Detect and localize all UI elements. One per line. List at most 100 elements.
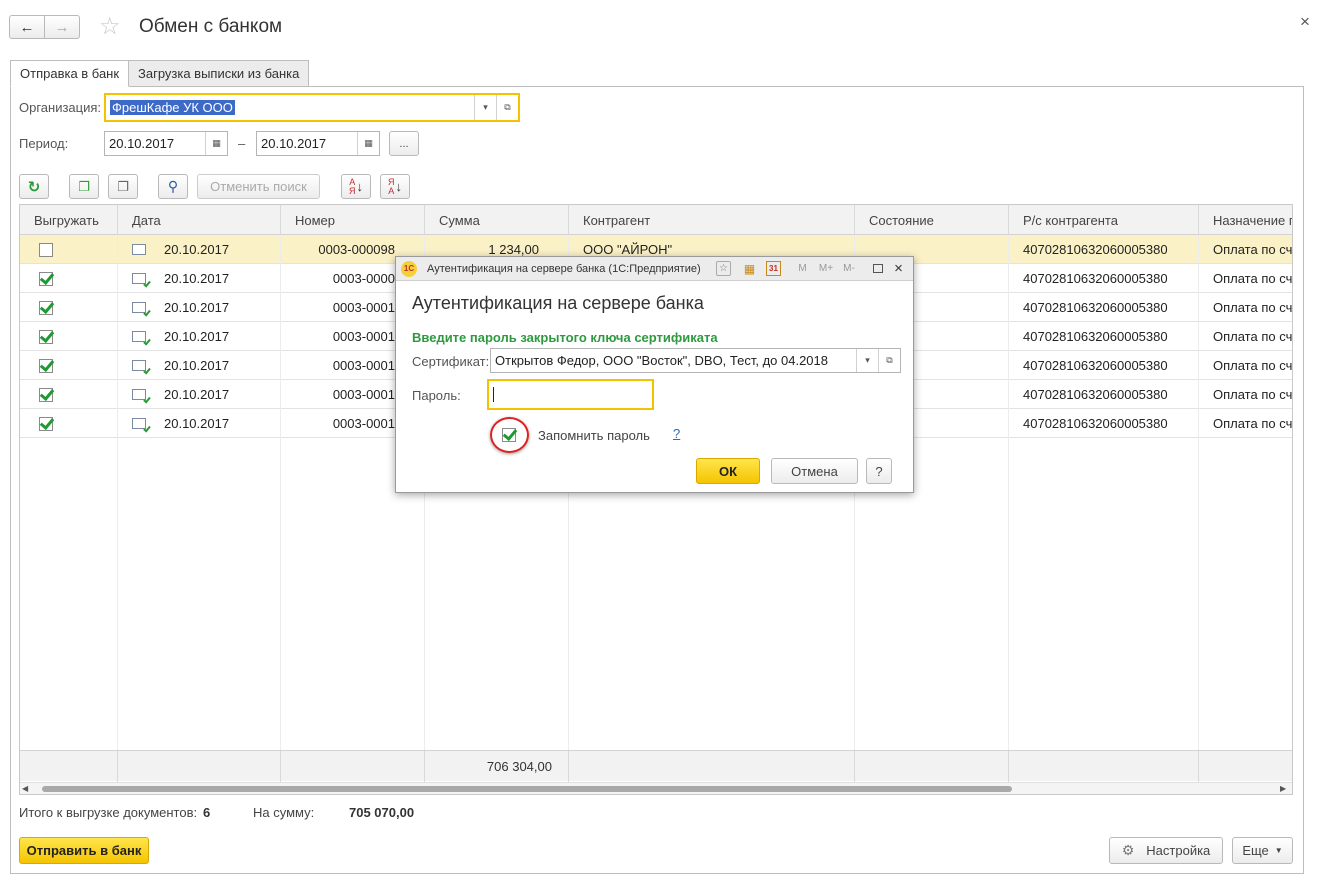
export-checkbox[interactable]: [39, 329, 53, 344]
export-checkbox[interactable]: [39, 242, 53, 257]
more-label: Еще: [1242, 843, 1269, 858]
cell-purpose: Оплата по сч: [1199, 322, 1293, 351]
footer-sum: 706 304,00: [425, 751, 569, 782]
dialog-titlebar: 1С Аутентификация на сервере банка (1С:П…: [396, 257, 913, 281]
cell-text: Оплата по сч: [1213, 416, 1293, 431]
cell-text: 40702810632060005380: [1023, 329, 1168, 344]
document-ready-icon: [132, 331, 151, 346]
col-header-account[interactable]: Р/с контрагента: [1009, 205, 1199, 235]
cell-text: 20.10.2017: [164, 329, 230, 344]
cell-text: 20.10.2017: [164, 358, 230, 373]
remember-password-checkbox[interactable]: [502, 428, 516, 442]
cell-text: 20.10.2017: [164, 242, 230, 257]
calculator-icon[interactable]: ▦: [742, 261, 757, 276]
export-checkbox[interactable]: [39, 358, 53, 373]
date-separator: –: [238, 136, 246, 151]
memory-minus-icon[interactable]: M-: [839, 261, 859, 276]
date-to-value: 20.10.2017: [261, 136, 327, 151]
send-to-bank-button[interactable]: Отправить в банк: [19, 837, 149, 864]
back-button[interactable]: ←: [9, 15, 45, 39]
cell-text: 40702810632060005380: [1023, 300, 1168, 315]
tab-send-to-bank[interactable]: Отправка в банк: [10, 60, 130, 87]
scroll-left-icon[interactable]: ◀: [22, 784, 28, 793]
tab-load-statement[interactable]: Загрузка выписки из банка: [128, 60, 310, 87]
chevron-down-icon[interactable]: ▾: [856, 349, 878, 372]
dialog-subheading: Введите пароль закрытого ключа сертифика…: [412, 330, 718, 345]
more-button[interactable]: Еще ▼: [1232, 837, 1293, 864]
text-cursor: [493, 387, 494, 402]
period-select-button[interactable]: ...: [389, 131, 419, 156]
org-field[interactable]: ФрешКафе УК ООО ▾ ⧉: [104, 93, 520, 122]
remember-password-label[interactable]: Запомнить пароль: [538, 428, 650, 443]
cell-date: 20.10.2017: [118, 293, 281, 322]
col-header-purpose[interactable]: Назначение п: [1199, 205, 1292, 235]
cell-text: 40702810632060005380: [1023, 416, 1168, 431]
chevron-down-icon[interactable]: ▾: [474, 95, 496, 120]
date-from-field[interactable]: 20.10.2017 ▦: [104, 131, 228, 156]
col-header-sum[interactable]: Сумма: [425, 205, 569, 235]
open-icon[interactable]: ⧉: [496, 95, 518, 120]
sort-desc-button[interactable]: Я А ↓: [380, 174, 410, 199]
cell-purpose: Оплата по сч: [1199, 409, 1293, 438]
password-field[interactable]: [487, 379, 654, 410]
export-cell: [20, 380, 118, 409]
cancel-button[interactable]: Отмена: [771, 458, 858, 484]
cell-date: 20.10.2017: [118, 264, 281, 293]
cell-account: 40702810632060005380: [1009, 264, 1199, 293]
favorite-star-icon[interactable]: ☆: [716, 261, 731, 276]
cell-account: 40702810632060005380: [1009, 322, 1199, 351]
cell-text: Оплата по сч: [1213, 329, 1293, 344]
cell-text: 40702810632060005380: [1023, 387, 1168, 402]
cell-text: 40702810632060005380: [1023, 271, 1168, 286]
col-header-date[interactable]: Дата: [118, 205, 281, 235]
chevron-down-icon: ▼: [1274, 846, 1283, 855]
calendar-icon[interactable]: ▦: [205, 132, 227, 155]
scrollbar-thumb[interactable]: [42, 786, 1012, 792]
cell-text: 0003-0001: [332, 358, 395, 373]
export-checkbox[interactable]: [39, 271, 53, 286]
date-to-field[interactable]: 20.10.2017 ▦: [256, 131, 380, 156]
col-header-number[interactable]: Номер: [281, 205, 425, 235]
unselect-all-button[interactable]: ❐: [108, 174, 138, 199]
docs-count-value: 6: [203, 805, 211, 820]
memory-plus-icon[interactable]: M+: [816, 261, 836, 276]
export-checkbox[interactable]: [39, 387, 53, 402]
cell-text: 40702810632060005380: [1023, 242, 1168, 257]
cert-field[interactable]: Открытов Федор, ООО "Восток", DBO, Тест,…: [490, 348, 901, 373]
col-header-state[interactable]: Состояние: [855, 205, 1009, 235]
check-all-icon: ❐: [78, 178, 90, 194]
col-header-export[interactable]: Выгружать: [20, 205, 118, 235]
search-button[interactable]: ⚲: [158, 174, 188, 199]
select-all-button[interactable]: ❐: [69, 174, 99, 199]
calendar-icon[interactable]: 31: [766, 261, 781, 276]
cell-purpose: Оплата по сч: [1199, 380, 1292, 409]
favorite-star-icon[interactable]: ☆: [99, 13, 121, 41]
refresh-button[interactable]: ↻: [19, 174, 49, 199]
cancel-search-button[interactable]: Отменить поиск: [197, 174, 320, 199]
cell-text: Оплата по сч: [1213, 358, 1293, 373]
export-checkbox[interactable]: [39, 416, 53, 431]
col-header-counterparty[interactable]: Контрагент: [569, 205, 855, 235]
cell-purpose: Оплата по сч: [1199, 293, 1292, 322]
cell-text: 20.10.2017: [164, 416, 230, 431]
close-icon[interactable]: ×: [1300, 12, 1310, 32]
calendar-icon[interactable]: ▦: [357, 132, 379, 155]
horizontal-scrollbar[interactable]: ◀ ▶: [20, 782, 1292, 794]
settings-button[interactable]: ⚙ Настройка: [1109, 837, 1223, 864]
export-cell: [20, 235, 118, 264]
ok-button[interactable]: ОК: [696, 458, 760, 484]
close-icon[interactable]: ×: [891, 260, 906, 277]
scroll-right-icon[interactable]: ▶: [1280, 784, 1286, 793]
document-ready-icon: [132, 418, 151, 433]
help-link[interactable]: ?: [673, 426, 680, 441]
cell-date: 20.10.2017: [118, 351, 281, 380]
help-button[interactable]: ?: [866, 458, 892, 484]
export-cell: [20, 351, 118, 380]
sort-asc-button[interactable]: А Я ↓: [341, 174, 371, 199]
export-checkbox[interactable]: [39, 300, 53, 315]
document-ready-icon: [132, 273, 151, 288]
memory-icon[interactable]: M: [795, 261, 810, 276]
maximize-icon[interactable]: [870, 261, 885, 276]
open-icon[interactable]: ⧉: [878, 349, 900, 372]
forward-button[interactable]: →: [44, 15, 80, 39]
